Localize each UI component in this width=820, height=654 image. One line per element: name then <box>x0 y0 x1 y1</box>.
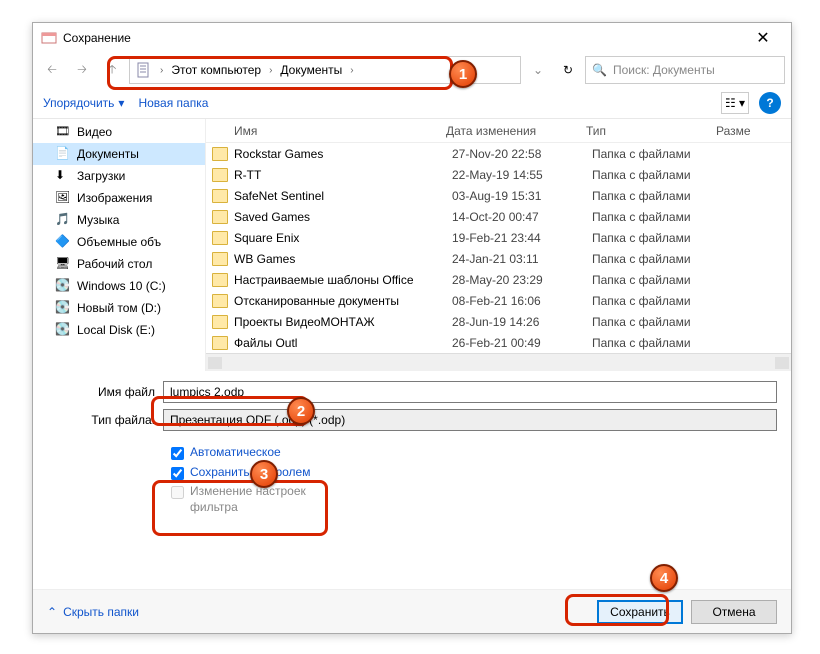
sidebar-item[interactable]: 📄Документы <box>33 143 205 165</box>
folder-row[interactable]: Настраиваемые шаблоны Office28-May-20 23… <box>206 269 791 290</box>
view-button[interactable]: ☷ ▾ <box>721 92 749 114</box>
sidebar-item[interactable]: 🎞Видео <box>33 121 205 143</box>
search-icon: 🔍 <box>592 63 607 77</box>
toolbar: Упорядочить ▾ Новая папка ☷ ▾ ? <box>33 87 791 119</box>
close-button[interactable]: ✕ <box>743 28 783 48</box>
search-placeholder: Поиск: Документы <box>613 63 715 77</box>
annotation-marker-2: 2 <box>287 397 315 425</box>
chevron-down-icon: ▾ <box>118 96 124 110</box>
up-button[interactable]: 🡡 <box>99 57 125 83</box>
folder-icon <box>212 168 228 182</box>
sidebar-item[interactable]: 💽Local Disk (E:) <box>33 319 205 341</box>
sidebar-item[interactable]: 💽Новый том (D:) <box>33 297 205 319</box>
checkbox-icon[interactable] <box>171 447 184 460</box>
new-folder-button[interactable]: Новая папка <box>138 96 208 110</box>
annotation-marker-1: 1 <box>449 60 477 88</box>
history-dropdown[interactable]: ⌄ <box>525 57 551 83</box>
folder-row[interactable]: Square Enix19-Feb-21 23:44Папка с файлам… <box>206 227 791 248</box>
folder-row[interactable]: Проекты ВидеоМОНТАЖ28-Jun-19 14:26Папка … <box>206 311 791 332</box>
sidebar-item[interactable]: ⬇Загрузки <box>33 165 205 187</box>
col-name[interactable]: Имя <box>206 124 446 138</box>
folder-row[interactable]: WB Games24-Jan-21 03:11Папка с файлами <box>206 248 791 269</box>
save-button[interactable]: Сохранить <box>597 600 683 624</box>
hide-folders-toggle[interactable]: ⌃ Скрыть папки <box>47 605 139 619</box>
folder-icon: 🖥 <box>55 256 71 272</box>
auto-extension-checkbox[interactable]: Автоматическое <box>171 445 351 461</box>
annotation-marker-3: 3 <box>250 460 278 488</box>
search-input[interactable]: 🔍 Поиск: Документы <box>585 56 785 84</box>
checkbox-icon <box>171 486 184 499</box>
annotation-marker-4: 4 <box>650 564 678 592</box>
folder-row[interactable]: Rockstar Games27-Nov-20 22:58Папка с фай… <box>206 143 791 164</box>
titlebar: Сохранение ✕ <box>33 23 791 53</box>
chevron-right-icon[interactable]: › <box>267 65 274 76</box>
folder-icon <box>212 273 228 287</box>
navbar: 🡠 🡢 🡡 › Этот компьютер › Документы › ⌄ ↻… <box>33 53 791 87</box>
sidebar-item[interactable]: 🎵Музыка <box>33 209 205 231</box>
folder-icon: 💽 <box>55 300 71 316</box>
folder-row[interactable]: R-TT22-May-19 14:55Папка с файлами <box>206 164 791 185</box>
folder-row[interactable]: SafeNet Sentinel03-Aug-19 15:31Папка с ф… <box>206 185 791 206</box>
file-pane: Имя Дата изменения Тип Разме Rockstar Ga… <box>205 119 791 371</box>
folder-icon <box>212 231 228 245</box>
crumb-root[interactable]: Этот компьютер <box>171 63 261 77</box>
filter-settings-checkbox: Изменение настроек фильтра <box>171 484 351 515</box>
col-date[interactable]: Дата изменения <box>446 124 586 138</box>
checkbox-icon[interactable] <box>171 467 184 480</box>
input-area: Имя файл lumpics 2.odp Тип файла: Презен… <box>33 371 791 441</box>
folder-icon: 🎞 <box>55 124 71 140</box>
help-button[interactable]: ? <box>759 92 781 114</box>
folder-icon: 🖼 <box>55 190 71 206</box>
folder-row[interactable]: Отсканированные документы08-Feb-21 16:06… <box>206 290 791 311</box>
refresh-button[interactable]: ↻ <box>555 57 581 83</box>
folder-icon <box>212 294 228 308</box>
folder-icon <box>212 189 228 203</box>
folder-icon <box>212 210 228 224</box>
filetype-label: Тип файла: <box>47 413 163 427</box>
organize-button[interactable]: Упорядочить ▾ <box>43 96 124 110</box>
back-button[interactable]: 🡠 <box>39 57 65 83</box>
sidebar: 🎞Видео📄Документы⬇Загрузки🖼Изображения🎵Му… <box>33 119 205 371</box>
col-size[interactable]: Разме <box>716 124 791 138</box>
folder-icon <box>212 336 228 350</box>
folder-icon: 💽 <box>55 278 71 294</box>
column-headers[interactable]: Имя Дата изменения Тип Разме <box>206 119 791 143</box>
documents-icon <box>136 62 152 78</box>
window-title: Сохранение <box>63 31 743 45</box>
crumb-folder[interactable]: Документы <box>280 63 342 77</box>
sidebar-item[interactable]: 🖥Рабочий стол <box>33 253 205 275</box>
folder-icon: 💽 <box>55 322 71 338</box>
folder-icon <box>212 252 228 266</box>
sidebar-item[interactable]: 💽Windows 10 (C:) <box>33 275 205 297</box>
chevron-right-icon[interactable]: › <box>158 65 165 76</box>
options-area: Автоматическое Сохранить с паролем Измен… <box>33 441 791 523</box>
sidebar-item[interactable]: 🖼Изображения <box>33 187 205 209</box>
app-icon <box>41 30 57 46</box>
folder-icon: 🔷 <box>55 234 71 250</box>
filename-label: Имя файл <box>47 385 163 399</box>
cancel-button[interactable]: Отмена <box>691 600 777 624</box>
folder-icon <box>212 147 228 161</box>
chevron-right-icon[interactable]: › <box>348 65 355 76</box>
col-type[interactable]: Тип <box>586 124 716 138</box>
forward-button: 🡢 <box>69 57 95 83</box>
folder-row[interactable]: Файлы Outl26-Feb-21 00:49Папка с файлами <box>206 332 791 353</box>
folder-icon: ⬇ <box>55 168 71 184</box>
horizontal-scrollbar[interactable] <box>206 353 791 371</box>
footer: ⌃ Скрыть папки Сохранить Отмена <box>33 589 791 633</box>
filename-input[interactable]: lumpics 2.odp <box>163 381 777 403</box>
folder-icon: 🎵 <box>55 212 71 228</box>
chevron-up-icon: ⌃ <box>47 605 57 619</box>
save-dialog: Сохранение ✕ 🡠 🡢 🡡 › Этот компьютер › До… <box>32 22 792 634</box>
folder-row[interactable]: Saved Games14-Oct-20 00:47Папка с файлам… <box>206 206 791 227</box>
folder-icon: 📄 <box>55 146 71 162</box>
filetype-combo[interactable]: Презентация ODF (.odp) (*.odp) <box>163 409 777 431</box>
sidebar-item[interactable]: 🔷Объемные объ <box>33 231 205 253</box>
folder-icon <box>212 315 228 329</box>
